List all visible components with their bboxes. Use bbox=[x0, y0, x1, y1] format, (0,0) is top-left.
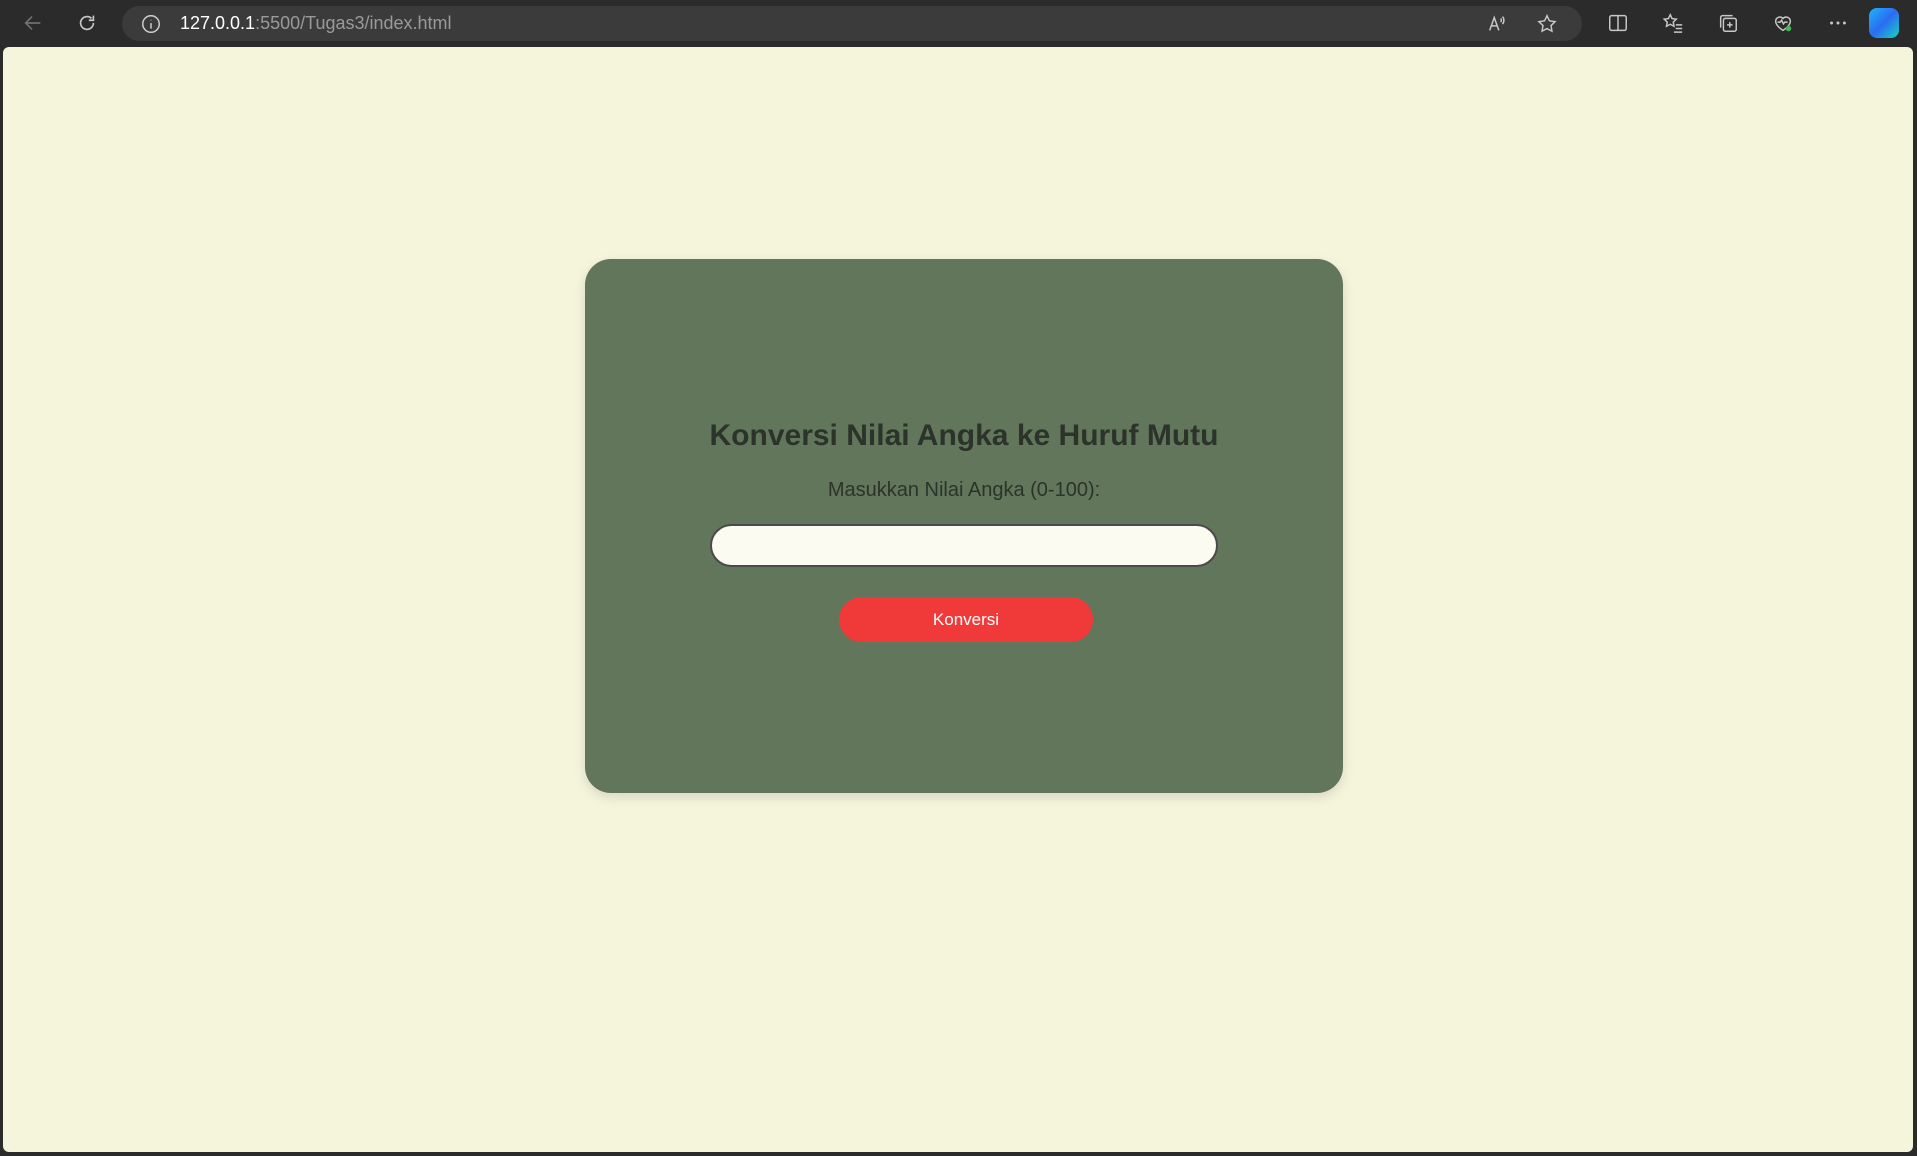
collections-icon bbox=[1719, 14, 1737, 32]
back-button[interactable] bbox=[10, 0, 56, 46]
score-input[interactable] bbox=[710, 524, 1218, 567]
browser-essentials-icon bbox=[1774, 16, 1791, 32]
reload-button[interactable] bbox=[64, 0, 110, 46]
convert-button[interactable]: Konversi bbox=[839, 597, 1093, 642]
page-title: Konversi Nilai Angka ke Huruf Mutu bbox=[709, 419, 1219, 452]
arrow-left-icon bbox=[24, 15, 41, 31]
url-path: :5500/Tugas3/index.html bbox=[255, 13, 452, 33]
split-screen-icon bbox=[1608, 14, 1627, 32]
page-viewport: Konversi Nilai Angka ke Huruf Mutu Masuk… bbox=[3, 47, 1913, 1152]
url-text: 127.0.0.1:5500/Tugas3/index.html bbox=[180, 13, 452, 34]
reload-icon bbox=[79, 15, 95, 31]
split-screen-button[interactable] bbox=[1590, 0, 1645, 46]
info-icon[interactable] bbox=[140, 13, 162, 35]
collections-button[interactable] bbox=[1700, 0, 1755, 46]
favorites-list-icon bbox=[1662, 13, 1682, 33]
favorite-button[interactable] bbox=[1522, 6, 1572, 41]
copilot-icon[interactable] bbox=[1869, 8, 1899, 38]
more-icon bbox=[1829, 21, 1846, 25]
star-icon bbox=[1537, 13, 1557, 32]
browser-toolbar: 127.0.0.1:5500/Tugas3/index.html bbox=[0, 0, 1917, 46]
address-bar[interactable]: 127.0.0.1:5500/Tugas3/index.html bbox=[122, 6, 1582, 41]
read-aloud-icon bbox=[1488, 14, 1505, 31]
score-input-label: Masukkan Nilai Angka (0-100): bbox=[827, 479, 1101, 501]
url-host: 127.0.0.1 bbox=[180, 13, 256, 33]
favorites-button[interactable] bbox=[1645, 0, 1700, 46]
browser-essentials-button[interactable] bbox=[1755, 0, 1810, 46]
converter-card: Konversi Nilai Angka ke Huruf Mutu Masuk… bbox=[585, 259, 1343, 793]
read-aloud-button[interactable] bbox=[1472, 6, 1522, 41]
more-button[interactable] bbox=[1810, 0, 1865, 46]
